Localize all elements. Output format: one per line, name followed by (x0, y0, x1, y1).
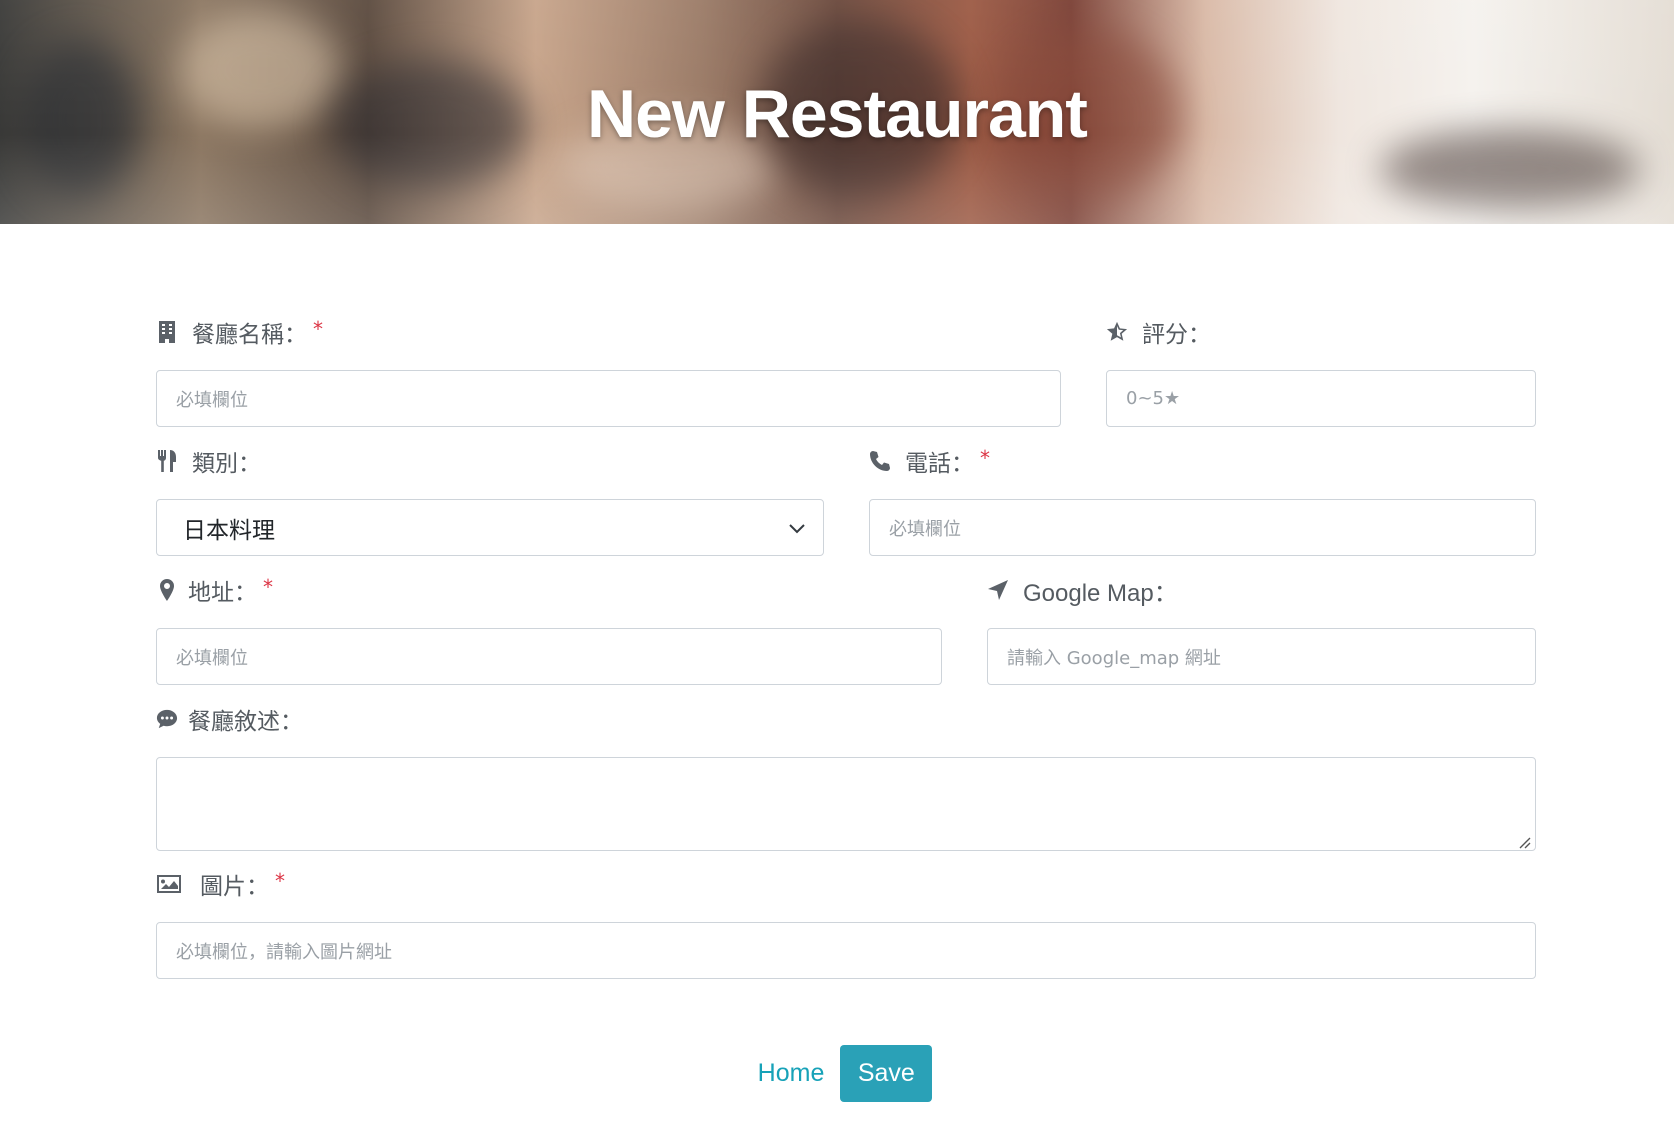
star-half-icon (1106, 321, 1128, 343)
rating-input[interactable]: 0~5★ (1106, 370, 1536, 427)
rating-label-row: 評分： (1106, 316, 1536, 348)
address-label-row: 地址： * (156, 574, 942, 606)
image-icon (156, 873, 182, 895)
google-map-label: Google Map： (1023, 579, 1178, 607)
address-input[interactable]: 必填欄位 (156, 628, 942, 685)
name-field-group: 餐廳名稱： * 必填欄位 (156, 316, 1061, 427)
name-label-row: 餐廳名稱： * (156, 316, 1061, 348)
description-field-group: 餐廳敘述： (156, 703, 1536, 851)
image-field-group: 圖片： * 必填欄位，請輸入圖片網址 (156, 868, 1536, 979)
description-label: 餐廳敘述： (188, 709, 303, 735)
category-select[interactable]: 日本料理 (156, 499, 824, 556)
required-mark: * (263, 575, 273, 599)
form-actions: Home Save (0, 1045, 1674, 1102)
image-url-input[interactable]: 必填欄位，請輸入圖片網址 (156, 922, 1536, 979)
category-selected-value: 日本料理 (183, 517, 275, 544)
google-map-input[interactable]: 請輸入 Google_map 網址 (987, 628, 1536, 685)
image-label-row: 圖片： * (156, 868, 1536, 900)
required-mark: * (275, 869, 285, 893)
description-textarea[interactable] (156, 757, 1536, 851)
home-link[interactable]: Home (742, 1049, 841, 1098)
phone-label-row: 電話： * (869, 445, 1536, 477)
resize-grip-icon[interactable] (1517, 833, 1531, 849)
category-label: 類別： (192, 451, 261, 477)
category-field-group: 類別： 日本料理 (156, 445, 824, 556)
rating-label: 評分： (1142, 322, 1211, 348)
location-arrow-icon (987, 579, 1009, 601)
address-label: 地址： (188, 580, 257, 606)
page-title: New Restaurant (587, 76, 1088, 152)
required-mark: * (313, 317, 323, 341)
rating-field-group: 評分： 0~5★ (1106, 316, 1536, 427)
google-map-field-group: Google Map： 請輸入 Google_map 網址 (987, 574, 1536, 685)
address-field-group: 地址： * 必填欄位 (156, 574, 942, 685)
name-label: 餐廳名稱： (192, 322, 307, 348)
phone-input[interactable]: 必填欄位 (869, 499, 1536, 556)
chevron-down-icon (787, 518, 807, 538)
image-label: 圖片： (200, 874, 269, 900)
save-button[interactable]: Save (840, 1045, 933, 1102)
hero-banner: New Restaurant (0, 0, 1674, 224)
google-map-label-row: Google Map： (987, 574, 1536, 607)
phone-label: 電話： (905, 451, 974, 477)
name-input[interactable]: 必填欄位 (156, 370, 1061, 427)
phone-field-group: 電話： * 必填欄位 (869, 445, 1536, 556)
comment-dots-icon (156, 708, 178, 730)
building-icon (156, 321, 178, 343)
category-label-row: 類別： (156, 445, 824, 477)
map-marker-icon (156, 579, 178, 601)
phone-icon (869, 450, 891, 472)
required-mark: * (980, 446, 990, 470)
utensils-icon (156, 450, 178, 472)
description-label-row: 餐廳敘述： (156, 703, 1536, 735)
